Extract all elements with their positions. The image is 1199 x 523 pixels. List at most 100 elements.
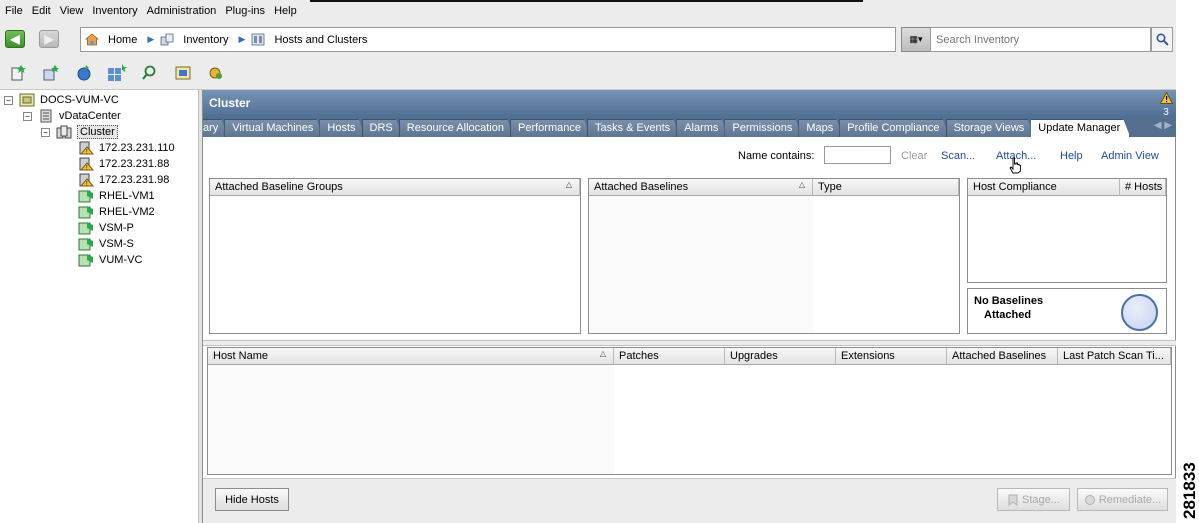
tab-virtual-machines[interactable]: Virtual Machines bbox=[224, 119, 323, 137]
tab-tasks-events[interactable]: Tasks & Events bbox=[587, 119, 680, 137]
name-filter-input[interactable] bbox=[824, 146, 891, 164]
menu-edit[interactable]: Edit bbox=[32, 5, 51, 17]
breadcrumb-hosts-and-clusters[interactable]: Hosts and Clusters bbox=[274, 34, 367, 46]
tab-performance[interactable]: Performance bbox=[510, 119, 591, 137]
tree-node-host[interactable]: ! 172.23.231.98 bbox=[78, 172, 169, 188]
menu-help[interactable]: Help bbox=[274, 5, 297, 17]
tree-node-vcenter[interactable]: − DOCS-VUM-VC bbox=[4, 92, 119, 108]
title-strip bbox=[310, 0, 863, 2]
stage-button[interactable]: Stage... bbox=[997, 488, 1070, 511]
tree-node-vm[interactable]: VUM-VC bbox=[78, 252, 142, 268]
tab-storage-views[interactable]: Storage Views bbox=[946, 119, 1035, 137]
column-header[interactable]: Type bbox=[813, 179, 959, 196]
menu-plugins[interactable]: Plug-ins bbox=[225, 5, 265, 17]
menu-inventory[interactable]: Inventory bbox=[92, 5, 137, 17]
tab-alarms[interactable]: Alarms bbox=[676, 119, 728, 137]
inventory-icon bbox=[160, 33, 174, 46]
warning-icon bbox=[1159, 91, 1173, 104]
collapse-icon[interactable]: − bbox=[4, 95, 13, 105]
column-header[interactable]: Upgrades bbox=[725, 348, 836, 365]
column-header[interactable]: Attached Baselines bbox=[947, 348, 1058, 365]
help-link[interactable]: Help bbox=[1060, 150, 1083, 162]
column-header[interactable]: Last Patch Scan Ti... bbox=[1058, 348, 1171, 365]
column-header[interactable]: Attached Baselines △ bbox=[589, 179, 813, 196]
tree-node-host[interactable]: ! 172.23.231.88 bbox=[78, 156, 169, 172]
breadcrumb-inventory[interactable]: Inventory bbox=[183, 34, 228, 46]
tab-update-manager[interactable]: Update Manager bbox=[1030, 119, 1130, 137]
tab-hosts[interactable]: Hosts bbox=[319, 119, 365, 137]
refresh-icon[interactable] bbox=[74, 63, 94, 83]
host-warning-icon: ! bbox=[79, 157, 94, 171]
new-vm-icon[interactable] bbox=[8, 63, 28, 83]
column-header[interactable]: # Hosts bbox=[1120, 179, 1166, 196]
vm-icon bbox=[78, 254, 93, 267]
hosts-clusters-icon bbox=[252, 33, 265, 46]
vm-icon bbox=[78, 190, 93, 203]
search-input[interactable] bbox=[930, 27, 1151, 52]
menu-administration[interactable]: Administration bbox=[147, 5, 217, 17]
tab-profile-compliance[interactable]: Profile Compliance bbox=[839, 119, 949, 137]
tab-scroll-arrows-icon[interactable]: ◀ ▶ bbox=[1154, 120, 1172, 131]
menu-view[interactable]: View bbox=[60, 5, 84, 17]
inventory-scope-icon: ▦▾ bbox=[909, 34, 923, 44]
forward-arrow-icon: ▶ bbox=[44, 32, 54, 46]
navigation-bar: ◀ ▶ Home ▶ Inventory ▶ Hosts and Cluster… bbox=[0, 22, 1176, 56]
tree-node-vm[interactable]: VSM-S bbox=[78, 236, 134, 252]
tree-node-vm[interactable]: VSM-P bbox=[78, 220, 134, 236]
menu-file[interactable]: File bbox=[5, 5, 23, 17]
forward-button[interactable]: ▶ bbox=[39, 30, 59, 48]
console-icon[interactable] bbox=[173, 63, 193, 83]
tools-icon[interactable] bbox=[206, 63, 226, 83]
column-header[interactable]: Extensions bbox=[836, 348, 947, 365]
tree-node-datacenter[interactable]: − vDataCenter bbox=[23, 108, 121, 124]
tab-maps[interactable]: Maps bbox=[798, 119, 843, 137]
tree-node-vm[interactable]: RHEL-VM2 bbox=[78, 204, 155, 220]
vm-icon bbox=[78, 238, 93, 251]
column-header[interactable]: Host Compliance bbox=[968, 179, 1120, 196]
tab-resource-allocation[interactable]: Resource Allocation bbox=[399, 119, 514, 137]
collapse-icon[interactable]: − bbox=[23, 111, 32, 121]
tab-permissions[interactable]: Permissions bbox=[724, 119, 802, 137]
alarm-badge[interactable]: 3 bbox=[1159, 91, 1173, 118]
host-warning-icon: ! bbox=[79, 173, 94, 187]
stage-icon bbox=[1008, 494, 1018, 506]
search-button[interactable] bbox=[1151, 27, 1173, 52]
tab-bar: ary Virtual Machines Hosts DRS Resource … bbox=[203, 117, 1176, 137]
tab-drs[interactable]: DRS bbox=[362, 119, 403, 137]
hosts-splitter[interactable] bbox=[203, 340, 1176, 346]
clear-link[interactable]: Clear bbox=[901, 150, 927, 162]
column-header[interactable]: Patches bbox=[614, 348, 725, 365]
hide-hosts-button[interactable]: Hide Hosts bbox=[215, 488, 289, 511]
column-header[interactable]: Host Name △ bbox=[208, 348, 614, 365]
breadcrumb: Home ▶ Inventory ▶ Hosts and Clusters bbox=[80, 27, 896, 52]
toolbar bbox=[0, 56, 1176, 90]
new-host-icon[interactable] bbox=[41, 63, 61, 83]
hand-cursor-icon bbox=[1009, 157, 1021, 174]
breadcrumb-separator-icon: ▶ bbox=[147, 34, 155, 44]
inventory-tree: − DOCS-VUM-VC − vDataCenter − Cluster ! … bbox=[0, 90, 198, 523]
search-scope-dropdown[interactable]: ▦▾ bbox=[901, 27, 931, 52]
column-header[interactable]: Attached Baseline Groups △ bbox=[210, 179, 580, 196]
page-title: Cluster 3 bbox=[203, 90, 1176, 118]
new-cluster-icon[interactable] bbox=[107, 63, 127, 83]
name-contains-label: Name contains: bbox=[738, 150, 815, 162]
home-icon bbox=[85, 33, 99, 46]
remediate-button[interactable]: Remediate... bbox=[1077, 488, 1168, 511]
breadcrumb-home[interactable]: Home bbox=[108, 34, 137, 46]
vcenter-icon bbox=[19, 93, 35, 107]
collapse-icon[interactable]: − bbox=[41, 127, 50, 137]
sort-icon: △ bbox=[599, 349, 606, 358]
compliance-status-icon bbox=[1121, 294, 1158, 331]
tree-node-host[interactable]: ! 172.23.231.110 bbox=[78, 140, 175, 156]
scan-link[interactable]: Scan... bbox=[941, 150, 975, 162]
magnifier-icon bbox=[1155, 33, 1169, 46]
back-button[interactable]: ◀ bbox=[5, 30, 25, 48]
baseline-groups-panel: Attached Baseline Groups △ bbox=[209, 178, 581, 334]
tree-node-vm[interactable]: RHEL-VM1 bbox=[78, 188, 155, 204]
menu-bar: File Edit View Inventory Administration … bbox=[0, 0, 1176, 22]
column-shade bbox=[208, 365, 614, 474]
vm-icon bbox=[78, 206, 93, 219]
admin-view-link[interactable]: Admin View bbox=[1101, 150, 1159, 162]
search-icon[interactable] bbox=[140, 63, 160, 83]
tree-node-cluster[interactable]: − Cluster bbox=[41, 124, 118, 140]
